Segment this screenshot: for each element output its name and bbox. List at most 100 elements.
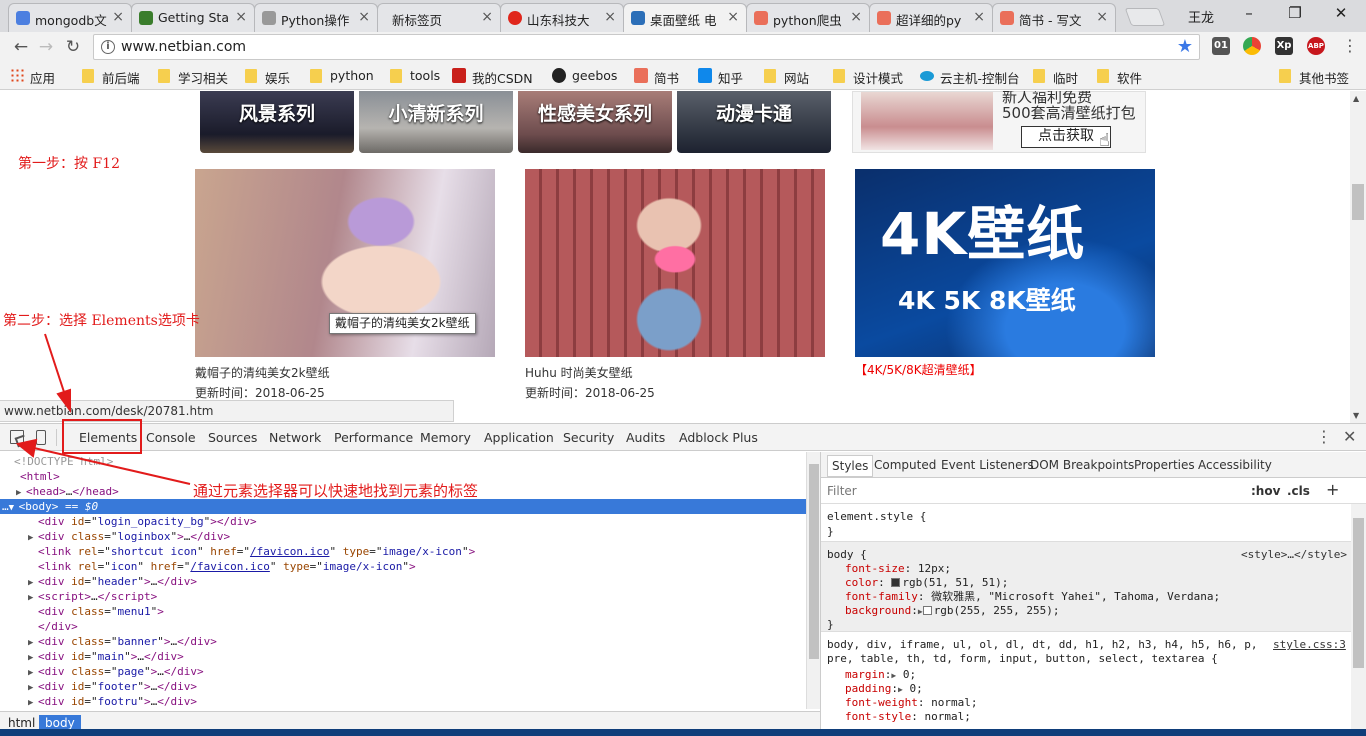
css-declaration[interactable]: font-weight: normal; xyxy=(845,696,977,710)
bookmark-folder[interactable]: 前后端 xyxy=(82,68,140,87)
wallpaper-thumbnail[interactable] xyxy=(525,169,825,357)
css-declaration[interactable]: color: rgb(51, 51, 51); xyxy=(845,576,1008,590)
css-declaration[interactable]: padding:▶ 0; xyxy=(845,682,923,697)
bookmark-folder[interactable]: 临时 xyxy=(1033,68,1078,87)
scroll-down-arrow-icon[interactable]: ▼ xyxy=(1353,411,1359,420)
tab-adblock-plus[interactable]: Adblock Plus xyxy=(679,430,758,445)
dom-node[interactable]: ▶ <script>…</script> xyxy=(0,589,806,604)
dom-node[interactable]: </div> xyxy=(0,619,806,634)
forward-arrow-icon[interactable]: → xyxy=(36,37,56,57)
tab-sources[interactable]: Sources xyxy=(208,430,257,445)
dom-node[interactable]: ▶ <div class="banner">…</div> xyxy=(0,634,806,649)
close-window-icon[interactable]: ✕ xyxy=(1326,4,1356,22)
bookmark-apps[interactable]: 应用 xyxy=(10,68,55,87)
dom-node[interactable]: ▶ <div id="main">…</div> xyxy=(0,649,806,664)
tab-audits[interactable]: Audits xyxy=(626,430,665,445)
tab-performance[interactable]: Performance xyxy=(334,430,413,445)
scrollbar-thumb[interactable] xyxy=(1352,184,1364,220)
tab-styles[interactable]: Styles xyxy=(827,455,874,477)
css-declaration[interactable]: font-size: 12px; xyxy=(845,562,951,576)
bookmark-folder[interactable]: 娱乐 xyxy=(245,68,290,87)
bookmark-cloud[interactable]: 云主机-控制台 xyxy=(920,68,1020,87)
info-icon[interactable]: i xyxy=(101,40,115,54)
dom-node[interactable]: <!DOCTYPE html> xyxy=(0,454,806,469)
bookmark-zhihu[interactable]: 知乎 xyxy=(698,68,743,87)
close-icon[interactable]: × xyxy=(112,9,124,25)
tab-accessibility[interactable]: Accessibility xyxy=(1198,458,1272,472)
bookmark-folder[interactable]: 软件 xyxy=(1097,68,1142,87)
dom-node[interactable]: ▶ <div id="header">…</div> xyxy=(0,574,806,589)
extension-color-icon[interactable] xyxy=(1243,37,1261,55)
hover-state-toggle[interactable]: :hov xyxy=(1251,484,1280,498)
wallpaper-4k-banner[interactable]: 4K壁纸 4K 5K 8K壁纸 xyxy=(855,169,1155,357)
color-swatch[interactable] xyxy=(922,606,932,615)
css-declaration[interactable]: background:▶ rgb(255, 255, 255); xyxy=(845,604,1060,619)
bookmark-github[interactable]: geebos xyxy=(552,68,617,83)
dom-node[interactable]: <link rel="shortcut icon" href="/favicon… xyxy=(0,544,806,559)
devtools-close-icon[interactable]: ✕ xyxy=(1343,427,1356,446)
css-declaration[interactable]: font-style: normal; xyxy=(845,710,971,724)
close-icon[interactable]: × xyxy=(850,9,862,25)
tab-event-listeners[interactable]: Event Listeners xyxy=(941,458,1034,472)
new-tab-button[interactable] xyxy=(1124,8,1166,26)
device-toggle-icon[interactable] xyxy=(36,430,46,445)
maximize-icon[interactable]: ❐ xyxy=(1280,4,1310,22)
page-scrollbar[interactable]: ▲ ▼ xyxy=(1350,91,1366,423)
extension-01-icon[interactable]: 01 xyxy=(1212,37,1230,55)
adblock-icon[interactable]: ABP xyxy=(1307,37,1325,55)
dom-node[interactable]: ▶ <div class="loginbox">…</div> xyxy=(0,529,806,544)
scrollbar-thumb[interactable] xyxy=(809,464,819,659)
category-anime[interactable]: 动漫卡通 xyxy=(677,91,831,153)
promo-ad[interactable]: 新人福利免费 500套高清壁纸打包 点击获取 ☝ xyxy=(852,91,1146,153)
bookmark-folder[interactable]: 设计模式 xyxy=(833,68,903,87)
tab-console[interactable]: Console xyxy=(146,430,196,445)
dom-node[interactable]: ▶ <div id="footru">…</div> xyxy=(0,694,806,709)
category-landscape[interactable]: 风景系列 xyxy=(200,91,354,153)
expand-arrow-icon[interactable]: ▶ xyxy=(28,696,38,709)
close-icon[interactable]: × xyxy=(727,9,739,25)
browser-tab[interactable]: Getting Sta × xyxy=(131,3,255,32)
browser-tab-active[interactable]: 桌面壁纸 电 × xyxy=(623,3,747,32)
reload-icon[interactable]: ↻ xyxy=(63,37,83,57)
browser-tab[interactable]: Python操作 × xyxy=(254,3,378,32)
browser-tab[interactable]: 新标签页 × xyxy=(377,3,501,32)
dom-node[interactable]: <div class="menu1"> xyxy=(0,604,806,619)
browser-tab[interactable]: python爬虫 × xyxy=(746,3,870,32)
bookmark-folder[interactable]: 网站 xyxy=(764,68,809,87)
star-icon[interactable]: ★ xyxy=(1177,36,1193,57)
close-icon[interactable]: × xyxy=(358,9,370,25)
browser-tab[interactable]: 超详细的py × xyxy=(869,3,993,32)
category-fresh[interactable]: 小清新系列 xyxy=(359,91,513,153)
rule-source-link[interactable]: style.css:3 xyxy=(1273,638,1346,652)
dom-node-selected[interactable]: …▼ <body> == $0 xyxy=(0,499,806,514)
url-text[interactable]: www.netbian.com xyxy=(121,39,246,55)
tab-memory[interactable]: Memory xyxy=(420,430,471,445)
close-icon[interactable]: × xyxy=(973,9,985,25)
tab-computed[interactable]: Computed xyxy=(874,458,936,472)
devtools-menu-icon[interactable]: ⋮ xyxy=(1316,427,1332,446)
bookmark-folder[interactable]: 学习相关 xyxy=(158,68,228,87)
bookmark-csdn[interactable]: 我的CSDN xyxy=(452,68,533,87)
rule-reset[interactable]: body, div, iframe, ul, ol, dl, dt, dd, h… xyxy=(821,632,1351,736)
browser-tab[interactable]: 简书 - 写文 × xyxy=(992,3,1116,32)
close-icon[interactable]: × xyxy=(481,9,493,25)
browser-tab[interactable]: 山东科技大 × xyxy=(500,3,624,32)
ad-get-button[interactable]: 点击获取 xyxy=(1021,126,1111,148)
bookmark-jianshu[interactable]: 简书 xyxy=(634,68,679,87)
profile-name[interactable]: 王龙 xyxy=(1188,7,1214,26)
tab-network[interactable]: Network xyxy=(269,430,321,445)
css-declaration[interactable]: margin:▶ 0; xyxy=(845,668,916,683)
styles-scrollbar[interactable] xyxy=(1351,504,1366,736)
browser-tab[interactable]: mongodb文 × xyxy=(8,3,132,32)
tab-application[interactable]: Application xyxy=(484,430,554,445)
css-declaration[interactable]: font-family: 微软雅黑, "Microsoft Yahei", Ta… xyxy=(845,590,1220,604)
wallpaper-title-link[interactable]: 【4K/5K/8K超清壁纸】 xyxy=(855,361,982,378)
address-bar[interactable]: i www.netbian.com ★ xyxy=(93,34,1200,60)
back-arrow-icon[interactable]: ← xyxy=(11,37,31,57)
color-swatch[interactable] xyxy=(891,578,901,587)
tab-dom-breakpoints[interactable]: DOM Breakpoints xyxy=(1030,458,1134,472)
extension-xp-icon[interactable]: Xp xyxy=(1275,37,1293,55)
wallpaper-title-link[interactable]: 戴帽子的清纯美女2k壁纸 xyxy=(195,364,330,381)
close-icon[interactable]: × xyxy=(1096,9,1108,25)
scrollbar-thumb[interactable] xyxy=(1353,518,1364,668)
